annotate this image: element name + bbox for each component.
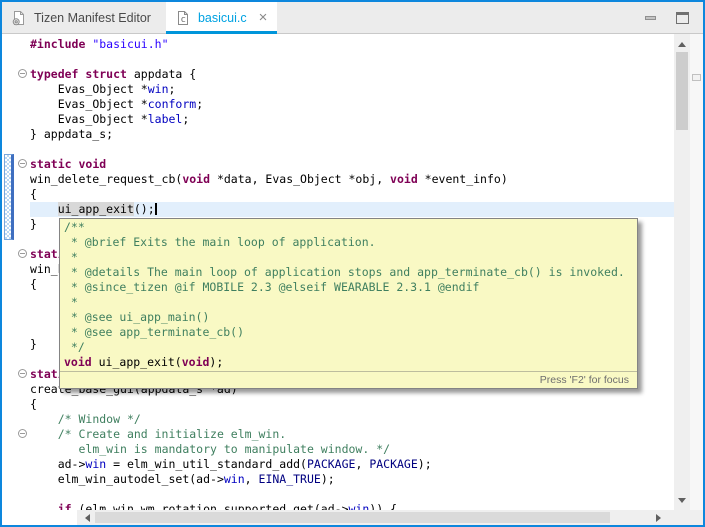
code-line: win_delete_request_cb(void *data, Evas_O…: [30, 172, 674, 187]
code-line: * @see ui_app_main(): [64, 310, 637, 325]
hover-doc-content: /** * @brief Exits the main loop of appl…: [60, 219, 637, 371]
code-line: [30, 142, 674, 157]
code-folding-column: [16, 34, 30, 510]
fold-collapse-icon[interactable]: [18, 369, 27, 378]
scroll-down-icon[interactable]: [674, 492, 690, 508]
hover-doc-tooltip: /** * @brief Exits the main loop of appl…: [59, 218, 638, 389]
left-annotation-ruler[interactable]: [2, 34, 16, 510]
code-line: */: [64, 340, 637, 355]
manifest-file-gear-icon: [12, 10, 26, 26]
editor-window: Tizen Manifest Editor c basicui.c × #inc…: [0, 0, 705, 527]
vertical-scrollbar[interactable]: [674, 34, 690, 510]
text-caret: [155, 203, 157, 215]
code-line: } appdata_s;: [30, 127, 674, 142]
code-line: /* Window */: [30, 412, 674, 427]
code-line: Evas_Object *conform;: [30, 97, 674, 112]
code-line: #include "basicui.h": [30, 37, 674, 52]
scrollbar-corner: [668, 510, 703, 525]
method-range-indicator: [4, 154, 14, 240]
code-line: {: [30, 397, 674, 412]
horizontal-scrollbar-row: [2, 510, 703, 525]
close-icon[interactable]: ×: [259, 11, 268, 25]
code-line: * @details The main loop of application …: [64, 265, 637, 280]
scroll-up-icon[interactable]: [674, 36, 690, 52]
overview-annotation-marker[interactable]: [692, 74, 701, 81]
code-line: ad->win = elm_win_util_standard_add(PACK…: [30, 457, 674, 472]
code-line: *: [64, 250, 637, 265]
code-line: void ui_app_exit(void);: [64, 355, 637, 370]
tab-label: Tizen Manifest Editor: [34, 11, 151, 25]
horizontal-scrollbar[interactable]: [77, 510, 668, 525]
code-line: static void: [30, 157, 674, 172]
editor-tab-bar: Tizen Manifest Editor c basicui.c ×: [2, 2, 703, 34]
code-line: [30, 487, 674, 502]
code-line: [30, 52, 674, 67]
code-line: *: [64, 295, 637, 310]
code-line: if (elm_win_wm_rotation_supported_get(ad…: [30, 502, 674, 510]
minimize-icon[interactable]: [645, 16, 656, 20]
view-controls: [645, 2, 703, 33]
occurrence-highlight: ui_app_exit: [58, 202, 134, 216]
code-line: /**: [64, 220, 637, 235]
code-line: typedef struct appdata {: [30, 67, 674, 82]
code-line: {: [30, 187, 674, 202]
hover-doc-footer: Press 'F2' for focus: [60, 371, 637, 388]
code-line: /* Create and initialize elm_win.: [30, 427, 674, 442]
fold-collapse-icon[interactable]: [18, 69, 27, 78]
code-line: * @brief Exits the main loop of applicat…: [64, 235, 637, 250]
fold-collapse-icon[interactable]: [18, 429, 27, 438]
svg-text:c: c: [180, 15, 185, 25]
scroll-right-icon[interactable]: [650, 510, 666, 525]
tab-tizen-manifest-editor[interactable]: Tizen Manifest Editor: [2, 2, 161, 33]
code-line: * @see app_terminate_cb(): [64, 325, 637, 340]
scrollbar-left-spacer: [2, 510, 77, 525]
code-line: Evas_Object *win;: [30, 82, 674, 97]
overview-ruler[interactable]: [690, 34, 703, 510]
code-line: * @since_tizen @if MOBILE 2.3 @elseif WE…: [64, 280, 637, 295]
c-source-file-icon: c: [176, 10, 190, 26]
code-line: ui_app_exit();: [30, 202, 674, 217]
tab-basicui-c[interactable]: c basicui.c ×: [166, 2, 277, 33]
maximize-icon[interactable]: [676, 12, 689, 24]
code-line: elm_win_autodel_set(ad->win, EINA_TRUE);: [30, 472, 674, 487]
fold-collapse-icon[interactable]: [18, 159, 27, 168]
horizontal-scrollbar-thumb[interactable]: [95, 512, 610, 523]
vertical-scrollbar-thumb[interactable]: [676, 52, 688, 130]
scroll-left-icon[interactable]: [79, 510, 95, 525]
code-line: Evas_Object *label;: [30, 112, 674, 127]
code-line: elm_win is mandatory to manipulate windo…: [30, 442, 674, 457]
fold-collapse-icon[interactable]: [18, 249, 27, 258]
tab-label: basicui.c: [198, 11, 247, 25]
